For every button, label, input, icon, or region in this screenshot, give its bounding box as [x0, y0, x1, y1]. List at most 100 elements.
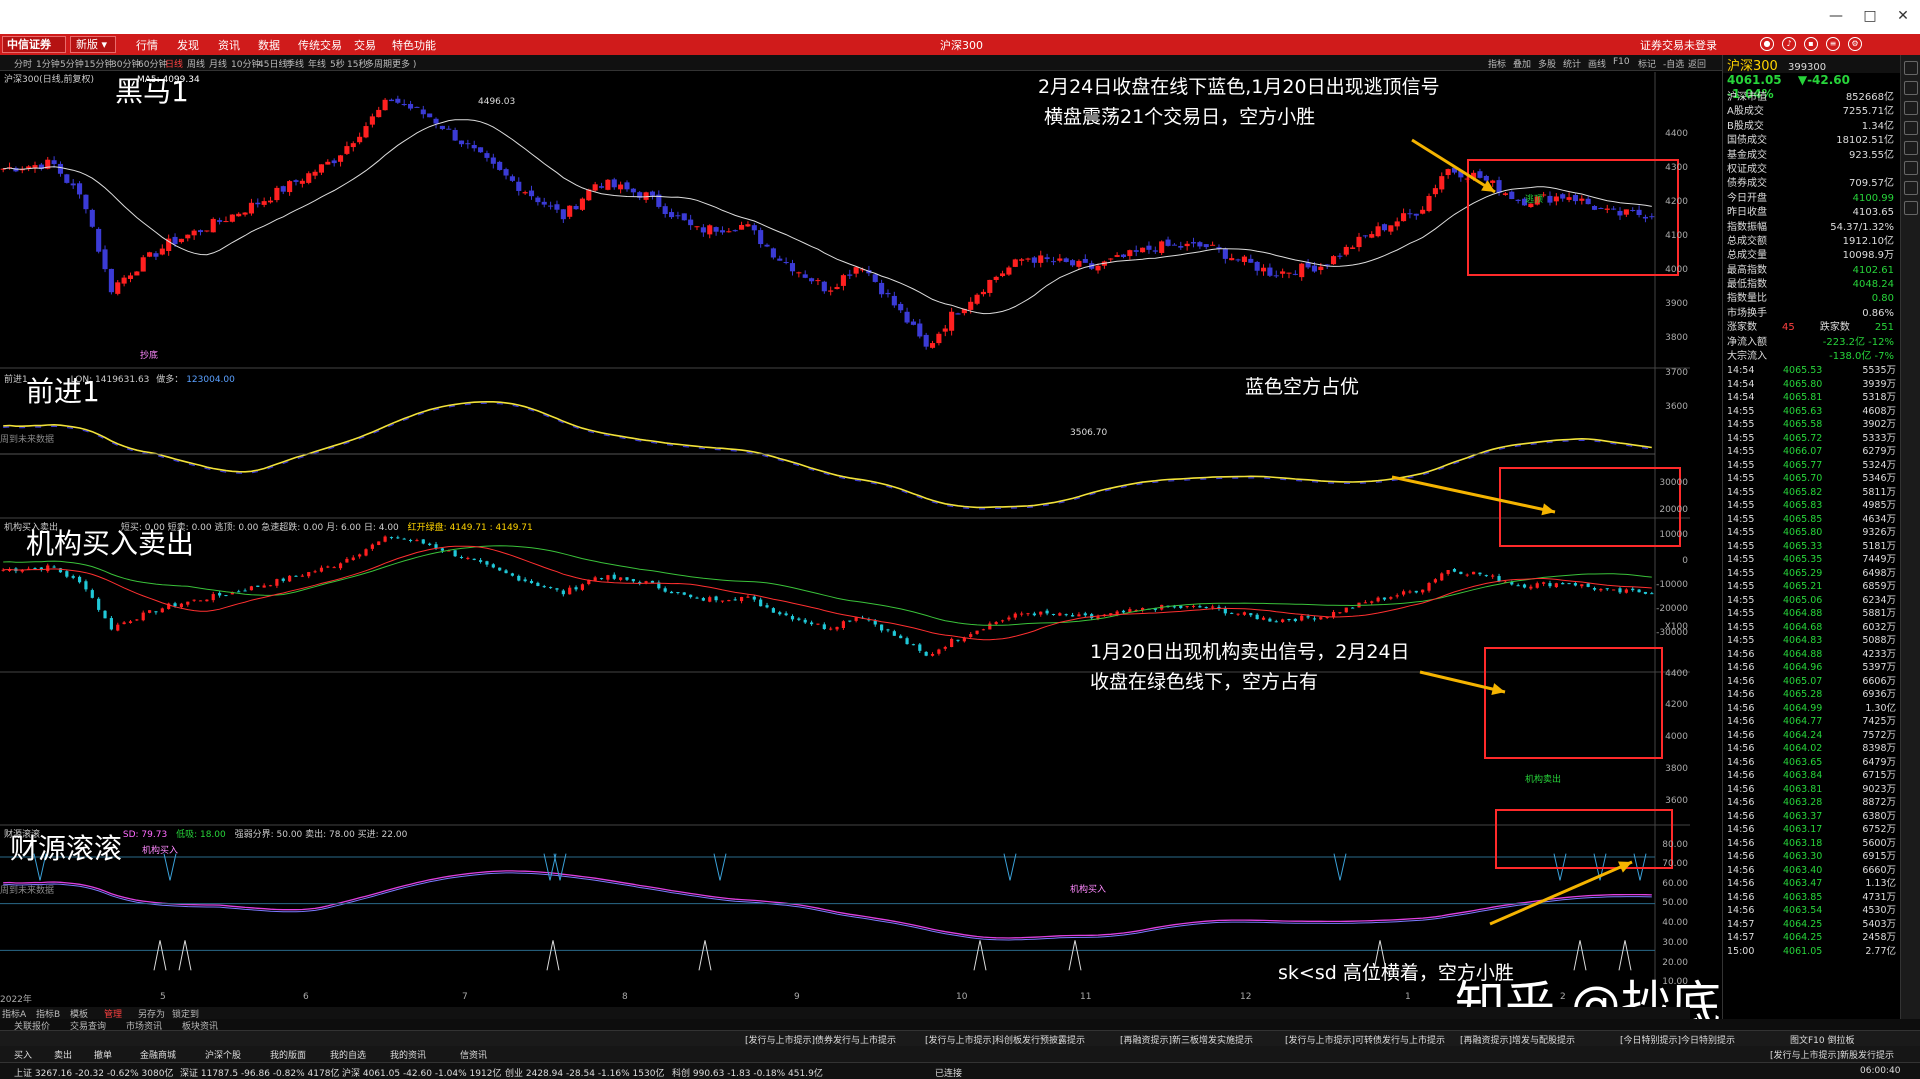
- period-2[interactable]: 5分钟: [60, 57, 84, 70]
- action-item-3[interactable]: 金融商城: [140, 1048, 176, 1061]
- strip-icon[interactable]: [1904, 61, 1918, 75]
- strip-icon[interactable]: [1904, 101, 1918, 115]
- menu-item-traditional-trade[interactable]: 传统交易: [298, 37, 342, 53]
- login-status[interactable]: 证券交易未登录: [1640, 37, 1717, 53]
- chart-canvas[interactable]: [0, 72, 1690, 1007]
- user-icon[interactable]: ●: [1760, 37, 1774, 51]
- tick-volume: 6752万: [1862, 824, 1896, 836]
- maximize-button[interactable]: □: [1860, 6, 1880, 26]
- action-item-0[interactable]: 买入: [14, 1048, 32, 1061]
- lock-icon[interactable]: ▪: [1804, 37, 1818, 51]
- menu-item-trade[interactable]: 交易: [354, 37, 376, 53]
- chart-tool-3[interactable]: 统计: [1563, 57, 1581, 70]
- status-item-4: 科创 990.63 -1.83 -0.18% 451.9亿: [672, 1069, 823, 1079]
- strip-icon[interactable]: [1904, 161, 1918, 175]
- news-item-4[interactable]: [再融资提示]增发与配股提示: [1460, 1033, 1575, 1046]
- fourth-buy-spike: [973, 940, 987, 971]
- side-price-line: 4061.05 ▼-42.60 -1.04%: [1723, 73, 1900, 101]
- tick-row: 14:56 4064.24 7572万: [1723, 729, 1900, 743]
- main-candle: [236, 213, 242, 217]
- action-item-1[interactable]: 卖出: [54, 1048, 72, 1061]
- strip-icon[interactable]: [1904, 121, 1918, 135]
- news-item-0[interactable]: [发行与上市提示]债券发行与上市提示: [745, 1033, 896, 1046]
- menu-item-market[interactable]: 行情: [136, 37, 158, 53]
- gear-icon[interactable]: ⚙: [1848, 37, 1862, 51]
- chart-tool-6[interactable]: 标记: [1638, 57, 1656, 70]
- tick-time: 14:56: [1727, 689, 1755, 701]
- period-4[interactable]: 30分钟: [111, 57, 140, 70]
- chart-tool-5[interactable]: F10: [1613, 57, 1630, 67]
- action-item-5[interactable]: 我的版面: [270, 1048, 306, 1061]
- third-candle: [517, 575, 521, 581]
- action-item-7[interactable]: 我的资讯: [390, 1048, 426, 1061]
- third-candle: [281, 578, 285, 581]
- third-candle: [173, 603, 177, 607]
- main-candle: [108, 268, 114, 293]
- period-9[interactable]: 10分钟: [231, 57, 260, 70]
- period-3[interactable]: 15分钟: [84, 57, 113, 70]
- news-item-1[interactable]: [发行与上市提示]科创板发行预披露提示: [925, 1033, 1085, 1046]
- action-item-9[interactable]: [发行与上市提示]新股发行提示: [1770, 1048, 1894, 1061]
- news-right-tools[interactable]: 图文F10 倒拉板: [1790, 1033, 1855, 1046]
- action-item-8[interactable]: 信资讯: [460, 1048, 487, 1061]
- kline-chart[interactable]: 沪深300(日线,前复权) MA5: 4099.34 黑马1 2月24日收盘在线…: [0, 72, 1690, 1007]
- news-item-2[interactable]: [再融资提示]新三板增发实施提示: [1120, 1033, 1253, 1046]
- period-13[interactable]: 5秒: [330, 57, 345, 70]
- third-candle: [97, 598, 101, 610]
- period-11[interactable]: 季线: [286, 57, 304, 70]
- side-stat-row: 今日开盘 4100.99: [1723, 192, 1900, 206]
- period-7[interactable]: 周线: [187, 57, 205, 70]
- period-16[interactable]: 更多 ): [392, 57, 416, 70]
- menu-item-news[interactable]: 资讯: [218, 37, 240, 53]
- period-6[interactable]: 日线: [165, 57, 183, 70]
- period-0[interactable]: 分时: [14, 57, 32, 70]
- action-item-4[interactable]: 沪深个股: [205, 1048, 241, 1061]
- tick-row: 14:55 4064.83 5088万: [1723, 634, 1900, 648]
- chart-tool-8[interactable]: 返回: [1688, 57, 1706, 70]
- period-12[interactable]: 年线: [308, 57, 326, 70]
- period-1[interactable]: 1分钟: [36, 57, 60, 70]
- strip-icon[interactable]: [1904, 201, 1918, 215]
- period-5[interactable]: 60分钟: [138, 57, 167, 70]
- strip-icon[interactable]: [1904, 181, 1918, 195]
- third-candle: [708, 597, 712, 602]
- news-item-5[interactable]: [今日特别提示]今日特别提示: [1620, 1033, 1735, 1046]
- headset-icon[interactable]: ♪: [1782, 37, 1796, 51]
- chart-tool-1[interactable]: 叠加: [1513, 57, 1531, 70]
- close-button[interactable]: ✕: [1893, 6, 1913, 26]
- main-candle: [172, 236, 178, 245]
- chart-tool-2[interactable]: 多股: [1538, 57, 1556, 70]
- chart-tool-4[interactable]: 画线: [1588, 57, 1606, 70]
- side-stat-row: B股成交 1.34亿: [1723, 120, 1900, 134]
- strip-icon[interactable]: [1904, 141, 1918, 155]
- period-8[interactable]: 月线: [209, 57, 227, 70]
- period-10[interactable]: 45日线: [258, 57, 287, 70]
- main-candle: [1553, 196, 1559, 202]
- chart-tool-7[interactable]: -自选: [1663, 57, 1684, 70]
- menu-item-data[interactable]: 数据: [258, 37, 280, 53]
- tick-volume: 5346万: [1862, 473, 1896, 485]
- broker-logo[interactable]: 中信证券: [2, 36, 66, 53]
- chart-tool-0[interactable]: 指标: [1488, 57, 1506, 70]
- main-candle: [987, 279, 993, 293]
- main-candle: [783, 262, 789, 264]
- list-icon[interactable]: ≡: [1826, 37, 1840, 51]
- minimize-button[interactable]: —: [1826, 6, 1846, 26]
- tick-row: 14:56 4063.17 6752万: [1723, 823, 1900, 837]
- action-item-2[interactable]: 撤单: [94, 1048, 112, 1061]
- side-tick-list[interactable]: 14:54 4065.53 5535万 14:54 4065.80 3939万 14:54 4…: [1723, 364, 1900, 958]
- main-candle: [554, 204, 560, 210]
- main-candle: [452, 129, 458, 141]
- action-item-6[interactable]: 我的自选: [330, 1048, 366, 1061]
- panel-title-heima: 黑马1: [115, 75, 189, 108]
- new-version-dropdown[interactable]: 新版 ▾: [70, 36, 116, 53]
- third-candle: [377, 541, 381, 546]
- main-candle: [344, 146, 350, 154]
- tick-row: 14:55 4065.85 4634万: [1723, 513, 1900, 527]
- menu-item-features[interactable]: 特色功能: [392, 37, 436, 53]
- news-item-3[interactable]: [发行与上市提示]可转债发行与上市提示: [1285, 1033, 1445, 1046]
- menu-item-discover[interactable]: 发现: [177, 37, 199, 53]
- main-candle: [1572, 194, 1578, 202]
- strip-icon[interactable]: [1904, 81, 1918, 95]
- period-15[interactable]: 多周期: [365, 57, 392, 70]
